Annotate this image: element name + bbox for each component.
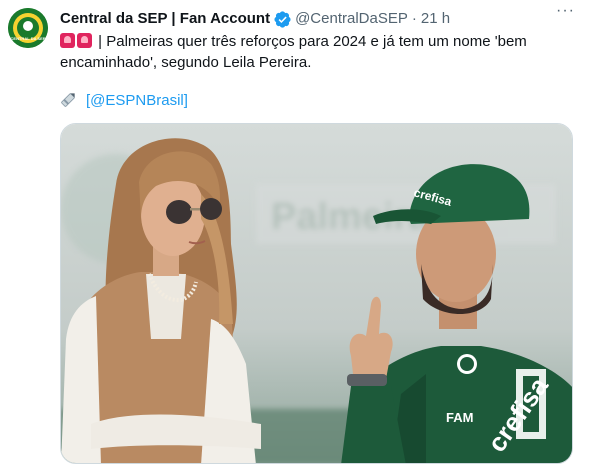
tweet-header: Central da SEP | Fan Account @CentralDaS… <box>60 8 581 30</box>
chest-sponsor: FAM <box>446 410 473 425</box>
tweet-photo[interactable]: Palmeiras crefisa FAM crefisa <box>60 123 573 464</box>
pen-emoji-icon <box>60 90 78 108</box>
more-dots-icon[interactable]: ··· <box>556 0 575 22</box>
source-line: [@ESPNBrasil] <box>60 90 188 111</box>
tweet: CENTRAL DA SEP Central da SEP | Fan Acco… <box>0 0 589 468</box>
link-bracket-close: ] <box>183 92 188 109</box>
timestamp[interactable]: 21 h <box>421 9 450 29</box>
tweet-text-content: | Palmeiras quer três reforços para 2024… <box>60 33 527 71</box>
verified-badge-icon <box>274 10 291 28</box>
separator-dot: · <box>411 10 417 27</box>
siren-emoji-icon <box>60 33 75 48</box>
handle[interactable]: @CentralDaSEP <box>295 9 408 29</box>
display-name[interactable]: Central da SEP | Fan Account <box>60 9 270 29</box>
tweet-text: | Palmeiras quer três reforços para 2024… <box>60 31 560 73</box>
source-link[interactable]: @ESPNBrasil <box>90 92 184 109</box>
avatar-text: CENTRAL DA SEP <box>11 36 46 41</box>
more-label: ··· <box>556 2 575 19</box>
siren-emoji-icon <box>77 33 92 48</box>
avatar[interactable]: CENTRAL DA SEP <box>8 8 48 48</box>
